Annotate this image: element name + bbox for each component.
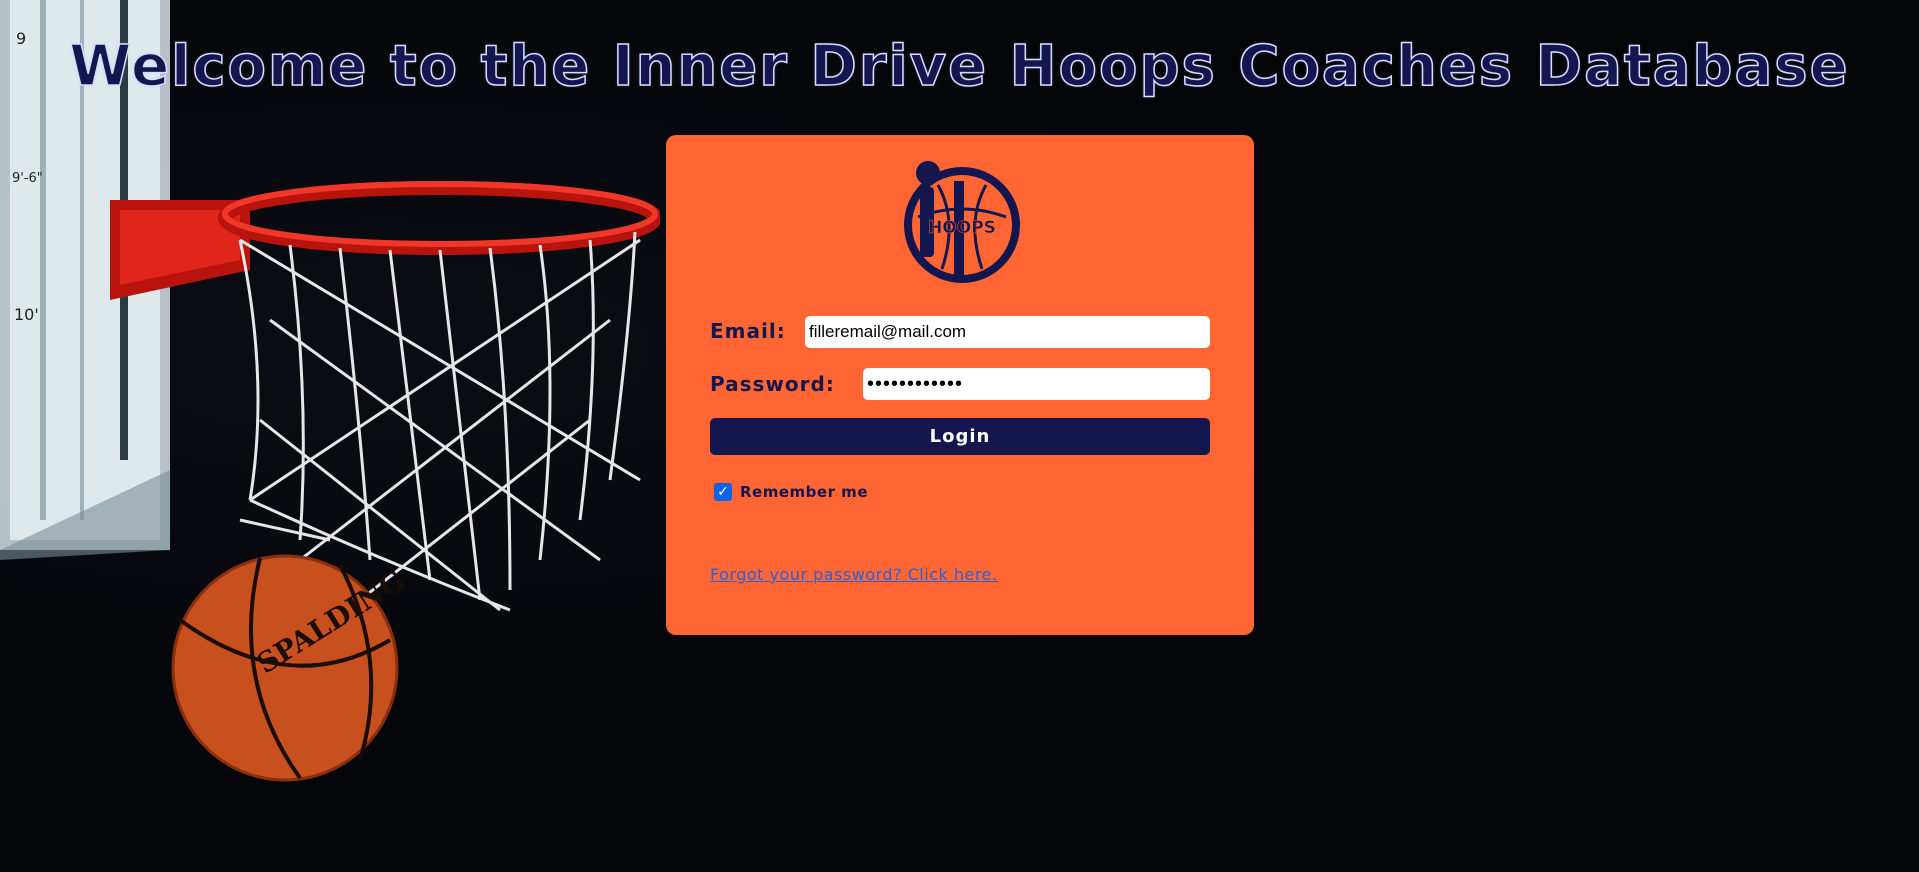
forgot-password-link[interactable]: Forgot your password? Click here. — [710, 565, 997, 584]
password-field[interactable] — [863, 368, 1210, 400]
hoops-logo-icon: HOOPS — [904, 161, 1020, 283]
email-field[interactable] — [805, 316, 1210, 348]
login-page: 9 9'-6" 10' SPALDING Welcome to the Inne… — [0, 0, 1919, 872]
logo-text: HOOPS — [928, 218, 996, 238]
password-label: Password: — [710, 372, 835, 396]
basketball-hoop-illustration: 9 9'-6" 10' SPALDING — [0, 0, 660, 782]
backboard-mark-9-6: 9'-6" — [12, 171, 43, 186]
page-title: Welcome to the Inner Drive Hoops Coaches… — [69, 33, 1850, 100]
login-button[interactable]: Login — [710, 418, 1210, 455]
remember-me-checkbox[interactable]: ✓ — [714, 483, 732, 501]
remember-me-label[interactable]: Remember me — [740, 483, 868, 501]
login-card: HOOPS Email: Password: Login ✓ Remember … — [666, 135, 1254, 635]
backboard-mark-10: 10' — [14, 305, 39, 324]
remember-me-row: ✓ Remember me — [714, 483, 868, 501]
email-label: Email: — [710, 319, 786, 343]
